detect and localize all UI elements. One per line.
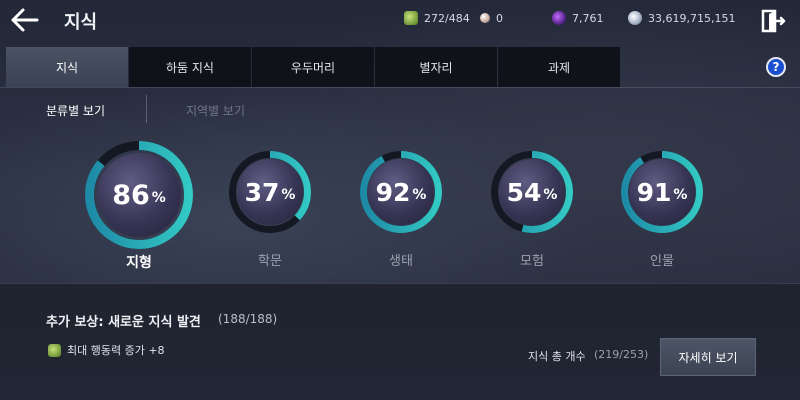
- category-label: 모험: [520, 254, 544, 269]
- percent-value: 37: [244, 177, 280, 207]
- total-count-label: 지식 총 개수: [528, 350, 586, 363]
- category-ring-scholarship[interactable]: 37%: [228, 150, 312, 234]
- silver-value: 33,619,715,151: [648, 11, 736, 25]
- back-button[interactable]: [10, 6, 44, 36]
- reward-panel: 추가 보상: 새로운 지식 발견 (188/188) 최대 행동력 증가 +8 …: [0, 283, 800, 400]
- stamina-value: 272/484: [424, 11, 470, 25]
- category-ring-people[interactable]: 91%: [620, 150, 704, 234]
- subtab-by-region[interactable]: 지역별 보기: [186, 97, 245, 123]
- exit-button[interactable]: [760, 8, 786, 34]
- stamina-icon: [48, 343, 61, 357]
- orb-value: 7,761: [572, 11, 604, 25]
- tab-tasks[interactable]: 과제: [498, 47, 620, 87]
- view-details-button[interactable]: 자세히 보기: [660, 338, 756, 376]
- pearl-icon: [480, 13, 490, 23]
- category-label: 학문: [258, 254, 282, 269]
- tab-bosses[interactable]: 우두머리: [252, 47, 374, 87]
- top-bar: 지식 272/484 0 7,761 33,619,715,151: [0, 0, 800, 42]
- reward-title: 추가 보상: 새로운 지식 발견: [46, 315, 201, 330]
- help-button[interactable]: ?: [766, 57, 786, 77]
- category-label: 지형: [126, 255, 152, 271]
- orb-counter: 7,761: [552, 10, 604, 26]
- total-count-value: (219/253): [594, 348, 649, 361]
- tab-hadum-knowledge[interactable]: 하둠 지식: [129, 47, 251, 87]
- pearl-value: 0: [496, 11, 503, 25]
- reward-detail: 최대 행동력 증가 +8: [48, 342, 165, 358]
- percent-value: 86: [112, 179, 150, 211]
- arrow-left-icon: [11, 8, 39, 32]
- category-ring-adventure[interactable]: 54%: [490, 150, 574, 234]
- silver-coin-icon: [628, 11, 642, 25]
- silver-counter: 33,619,715,151: [628, 10, 735, 26]
- percent-value: 92: [375, 177, 411, 207]
- reward-progress: (188/188): [218, 312, 278, 326]
- subtab-divider: [146, 95, 147, 123]
- main-tabs: 지식 하둠 지식 우두머리 별자리 과제: [6, 47, 621, 87]
- stamina-counter: 272/484: [404, 10, 470, 26]
- percent-value: 91: [636, 177, 672, 207]
- purple-orb-icon: [552, 11, 566, 25]
- divider: [0, 87, 800, 88]
- subtab-by-category[interactable]: 분류별 보기: [46, 97, 105, 123]
- percent-value: 54: [506, 177, 542, 207]
- tab-knowledge[interactable]: 지식: [6, 47, 128, 87]
- tab-constellations[interactable]: 별자리: [375, 47, 497, 87]
- page-title: 지식: [64, 12, 98, 33]
- category-ring-ecology[interactable]: 92%: [359, 150, 443, 234]
- category-label: 인물: [650, 254, 674, 269]
- stamina-icon: [404, 11, 418, 25]
- category-ring-terrain[interactable]: 86%: [84, 140, 194, 250]
- category-label: 생태: [389, 254, 413, 269]
- exit-door-icon: [761, 9, 786, 33]
- reward-detail-text: 최대 행동력 증가 +8: [67, 344, 165, 357]
- pearl-counter: 0: [480, 10, 503, 26]
